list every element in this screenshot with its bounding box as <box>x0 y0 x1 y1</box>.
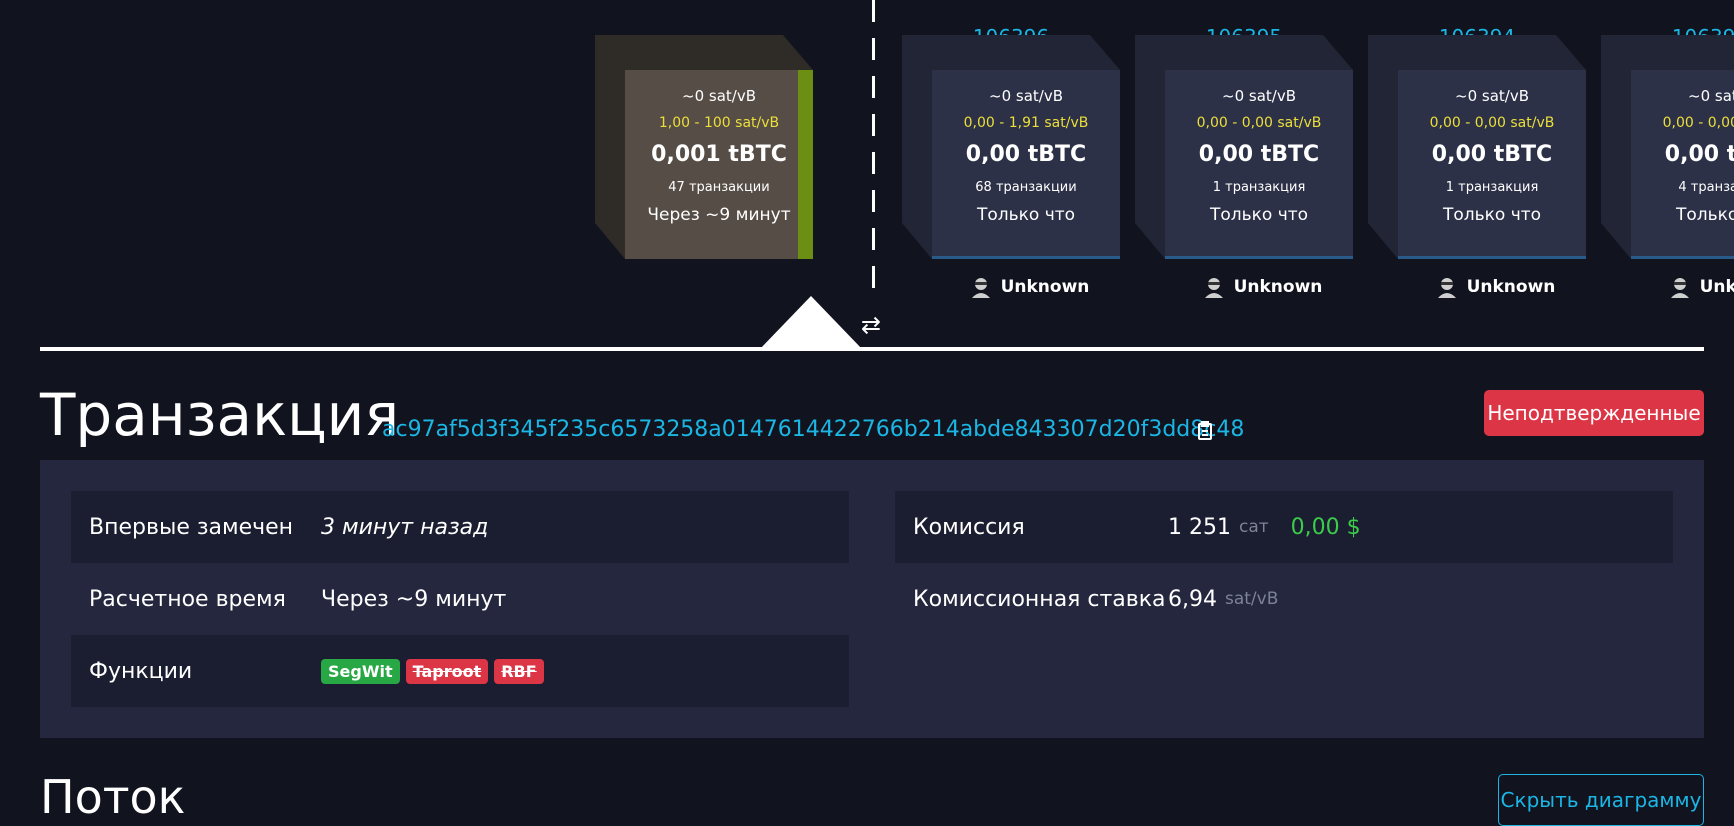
flow-heading: Поток <box>40 770 186 824</box>
hide-diagram-button[interactable]: Скрыть диаграмму <box>1498 774 1704 826</box>
fee-rate-unit: sat/vB <box>1224 589 1279 609</box>
pool-label[interactable]: Unknown <box>1135 276 1353 298</box>
swap-arrows-icon[interactable]: ⇄ <box>861 311 881 339</box>
fee-range: 0,00 - 0,00 sat/vB <box>1429 115 1555 131</box>
fee-range: 1,00 - 100 sat/vB <box>658 115 780 131</box>
block-time: Только что <box>976 205 1076 225</box>
median-fee: ~0 sat/vB <box>1222 87 1296 105</box>
pool-name: Unknown <box>1699 277 1734 297</box>
block-face: ~0 sat/vB 0,00 - 1,91 sat/vB 0,00 tBTC 6… <box>932 70 1120 259</box>
block-total: 0,00 tBTC <box>1198 142 1320 167</box>
eta-value: Через ~9 минут <box>321 586 507 612</box>
tx-count: 4 транзакции <box>1678 180 1734 195</box>
fee-range: 0,00 - 0,00 sat/vB <box>1662 115 1734 131</box>
fee-rate-label: Комиссионная ставка <box>913 586 1166 612</box>
median-fee: ~0 sat/vB <box>1688 87 1734 105</box>
page-title: Транзакция <box>40 381 400 449</box>
fee-rate-value: 6,94 <box>1168 586 1217 612</box>
status-badge[interactable]: Неподтвержденные <box>1484 390 1704 436</box>
fee-label: Комиссия <box>913 514 1025 540</box>
tx-count: 1 транзакция <box>1445 180 1539 195</box>
txid-link[interactable]: ac97af5d3f345f235c6573258a0147614422766b… <box>382 417 1244 442</box>
pool-label[interactable]: Unknown <box>1601 276 1734 298</box>
tx-count: 47 транзакции <box>668 180 770 195</box>
mined-block[interactable]: 106395 ~0 sat/vB 0,00 - 0,00 sat/vB 0,00… <box>1135 27 1353 259</box>
miner-icon <box>1437 278 1456 298</box>
pool-label[interactable]: Unknown <box>1368 276 1586 298</box>
miner-icon <box>1670 278 1689 298</box>
fee-row: Комиссия 1 251 сат 0,00 $ <box>895 491 1673 563</box>
mined-block[interactable]: 106394 ~0 sat/vB 0,00 - 0,00 sat/vB 0,00… <box>1368 27 1586 259</box>
taproot-badge[interactable]: Taproot <box>405 658 489 684</box>
block-total: 0,00 tBTC <box>965 142 1087 167</box>
mined-block[interactable]: 106396 ~0 sat/vB 0,00 - 1,91 sat/vB 0,00… <box>902 27 1120 259</box>
fee-range: 0,00 - 0,00 sat/vB <box>1196 115 1322 131</box>
block-face: ~0 sat/vB 0,00 - 0,00 sat/vB 0,00 tBTC 4… <box>1631 70 1734 259</box>
fee-range: 0,00 - 1,91 sat/vB <box>963 115 1089 131</box>
mempool-block[interactable]: ~0 sat/vB 1,00 - 100 sat/vB 0,001 tBTC 4… <box>595 35 813 259</box>
block-time: Только что <box>1209 205 1309 225</box>
clipboard-icon[interactable] <box>1197 421 1215 446</box>
median-fee: ~0 sat/vB <box>1455 87 1529 105</box>
block-time: Только что <box>1675 205 1734 225</box>
first-seen-value: 3 минут назад <box>321 514 489 540</box>
blockchain-baseline <box>40 347 1704 351</box>
tx-count: 1 транзакция <box>1212 180 1306 195</box>
fee-unit: сат <box>1238 517 1269 537</box>
features-list: SegWit Taproot RBF <box>321 658 550 684</box>
pool-name: Unknown <box>1466 277 1556 297</box>
block-face: ~0 sat/vB 1,00 - 100 sat/vB 0,001 tBTC 4… <box>625 70 813 259</box>
features-row: Функции SegWit Taproot RBF <box>71 635 849 707</box>
median-fee: ~0 sat/vB <box>989 87 1063 105</box>
miner-icon <box>971 278 990 298</box>
block-eta: Через ~9 минут <box>647 205 791 225</box>
rbf-badge[interactable]: RBF <box>494 658 544 684</box>
tx-count: 68 транзакции <box>975 180 1077 195</box>
pool-name: Unknown <box>1000 277 1090 297</box>
block-total: 0,00 tBTC <box>1664 142 1734 167</box>
eta-row: Расчетное время Через ~9 минут <box>71 563 849 635</box>
miner-icon <box>1204 278 1223 298</box>
block-time: Только что <box>1442 205 1542 225</box>
segwit-badge[interactable]: SegWit <box>321 658 400 684</box>
selected-block-pointer <box>759 296 863 350</box>
fee-value-group: 1 251 сат 0,00 $ <box>1168 515 1361 540</box>
fee-rate-group: 6,94 sat/vB <box>1168 587 1278 612</box>
fee-rate-row: Комиссионная ставка 6,94 sat/vB <box>895 563 1673 635</box>
block-face: ~0 sat/vB 0,00 - 0,00 sat/vB 0,00 tBTC 1… <box>1165 70 1353 259</box>
pool-label[interactable]: Unknown <box>902 276 1120 298</box>
fee-value: 1 251 <box>1168 514 1231 540</box>
block-total: 0,00 tBTC <box>1431 142 1553 167</box>
block-face: ~0 sat/vB 0,00 - 0,00 sat/vB 0,00 tBTC 1… <box>1398 70 1586 259</box>
first-seen-row: Впервые замечен 3 минут назад <box>71 491 849 563</box>
median-fee: ~0 sat/vB <box>682 87 756 105</box>
block-total: 0,001 tBTC <box>651 142 787 167</box>
mempool-divider <box>872 0 875 298</box>
mined-block[interactable]: 106393 ~0 sat/vB 0,00 - 0,00 sat/vB 0,00… <box>1601 27 1734 259</box>
first-seen-label: Впервые замечен <box>89 514 294 540</box>
eta-label: Расчетное время <box>89 586 286 612</box>
transaction-details-panel: Впервые замечен 3 минут назад Расчетное … <box>40 460 1704 738</box>
pool-name: Unknown <box>1233 277 1323 297</box>
fill-indicator <box>798 70 813 259</box>
fee-usd: 0,00 $ <box>1290 514 1361 540</box>
features-label: Функции <box>89 658 193 684</box>
